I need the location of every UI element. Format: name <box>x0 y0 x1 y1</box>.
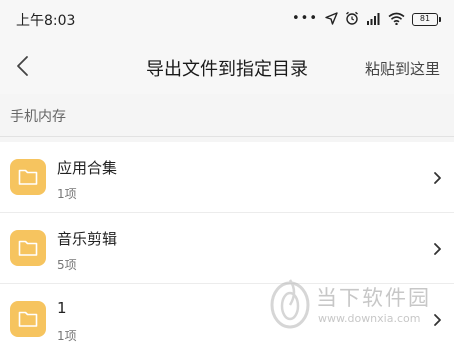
folder-name: 应用合集 <box>57 159 118 177</box>
alarm-clock-icon <box>345 10 359 29</box>
folder-item[interactable]: 音乐剪辑 5项 <box>0 213 454 284</box>
chevron-right-icon <box>432 312 442 326</box>
cellular-signal-icon <box>366 10 381 29</box>
navigation-bar: 导出文件到指定目录 粘贴到这里 <box>0 38 454 94</box>
folder-list: 应用合集 1项 音乐剪辑 5项 1 1项 <box>0 142 454 347</box>
section-divider <box>0 136 454 137</box>
paste-here-button[interactable]: 粘贴到这里 <box>365 58 440 79</box>
more-dots-icon: ••• <box>291 11 318 26</box>
folder-icon <box>10 301 46 337</box>
status-bar: 上午8:03 ••• 81 <box>0 0 454 38</box>
folder-name: 1 <box>57 299 67 317</box>
wifi-icon <box>388 10 405 29</box>
folder-item-count: 1项 <box>57 187 77 201</box>
folder-icon <box>10 230 46 266</box>
folder-icon <box>10 159 46 195</box>
folder-item-count: 1项 <box>57 329 77 343</box>
folder-name: 音乐剪辑 <box>57 230 118 248</box>
battery-icon: 81 <box>412 12 441 26</box>
location-arrow-icon <box>325 10 338 29</box>
chevron-right-icon <box>432 241 442 255</box>
status-icons: ••• 81 <box>291 10 441 29</box>
status-time: 上午8:03 <box>16 13 76 29</box>
chevron-right-icon <box>432 170 442 184</box>
folder-item-count: 5项 <box>57 258 77 272</box>
section-label-phone-storage: 手机内存 <box>10 109 66 125</box>
folder-item[interactable]: 1 1项 <box>0 284 454 347</box>
folder-item[interactable]: 应用合集 1项 <box>0 142 454 213</box>
